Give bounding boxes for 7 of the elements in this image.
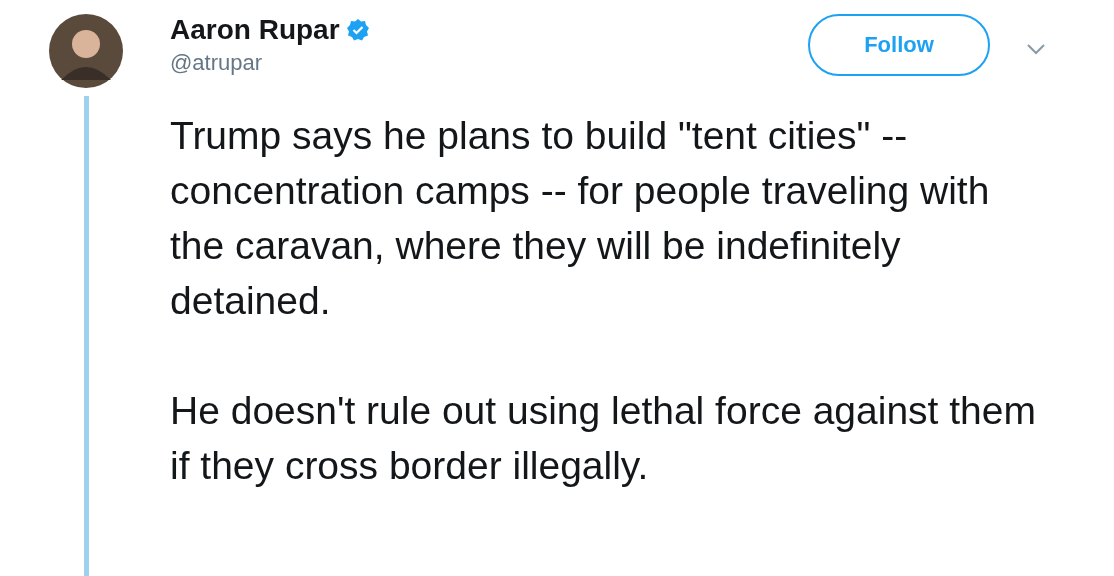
tweet-text: Trump says he plans to build "tent cities" -- concentration camps -- for people traveling with the caravan, where they will be indefinitely detained.: [170, 113, 991, 324]
chevron-down-icon[interactable]: [1026, 42, 1046, 56]
author-handle[interactable]: @atrupar: [170, 50, 808, 76]
avatar[interactable]: [49, 14, 123, 88]
author-name[interactable]: Aaron Rupar: [170, 14, 340, 46]
tweet-text: He doesn't rule out using lethal force against them if they cross border illegally.: [170, 388, 1037, 489]
follow-button[interactable]: Follow: [808, 14, 990, 76]
